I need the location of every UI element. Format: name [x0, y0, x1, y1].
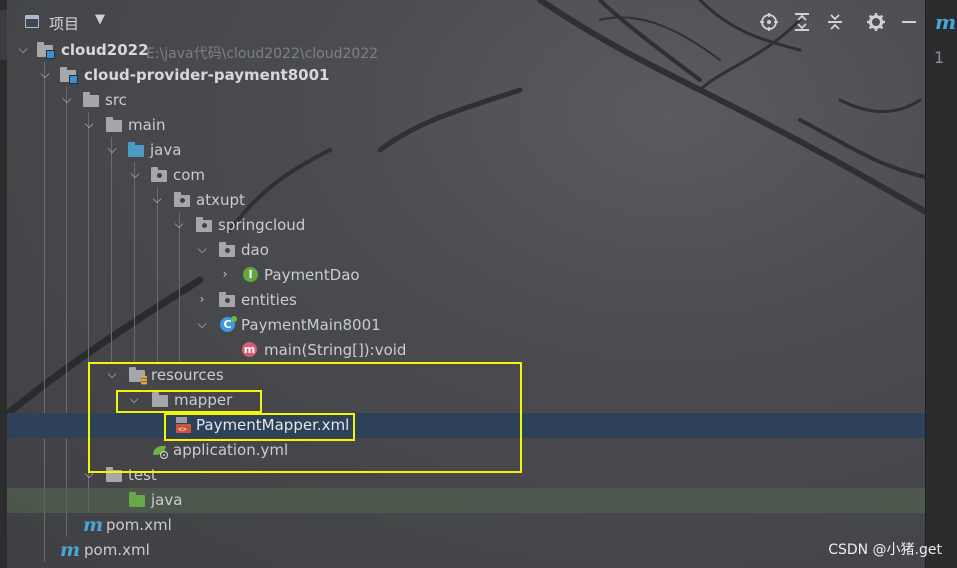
- tree-item-paymentmain8001[interactable]: ⌵ C PaymentMain8001: [7, 313, 925, 338]
- tree-item-module-pom[interactable]: m pom.xml: [7, 513, 925, 538]
- chevron-down-icon[interactable]: ⌵: [195, 317, 209, 331]
- chevron-down-icon[interactable]: ⌵: [195, 242, 209, 256]
- chevron-down-icon[interactable]: ⌵: [82, 117, 96, 131]
- chevron-right-icon[interactable]: ›: [218, 267, 232, 281]
- annotation-box-mapper: [116, 390, 262, 413]
- tree-item-label: entities: [241, 291, 297, 309]
- tree-item-cloud2022[interactable]: ⌵ cloud2022 E:\java代码\cloud2022\cloud202…: [7, 38, 925, 63]
- tree-item-label: PaymentMain8001: [241, 316, 381, 334]
- tree-item-entities[interactable]: › entities: [7, 288, 925, 313]
- tree-item-label: atxupt: [196, 191, 245, 209]
- left-tool-strip: [0, 0, 7, 568]
- interface-icon: I: [243, 267, 258, 282]
- test-source-folder-icon: [129, 492, 145, 507]
- collapse-all-icon[interactable]: [825, 12, 845, 32]
- tree-item-label: java: [150, 141, 182, 159]
- annotation-box-xml: [164, 413, 355, 441]
- project-view-icon: [25, 15, 39, 28]
- tree-item-label: PaymentDao: [264, 266, 360, 284]
- watermark: CSDN @小猪.get: [828, 542, 942, 558]
- module-folder-icon: [60, 67, 78, 84]
- tree-item-springcloud[interactable]: ⌵ springcloud: [7, 213, 925, 238]
- expand-all-icon[interactable]: [792, 12, 812, 32]
- gear-icon[interactable]: [866, 12, 886, 32]
- chevron-down-icon[interactable]: ⌵: [150, 192, 164, 206]
- tree-item-label: dao: [241, 241, 269, 259]
- chevron-right-icon[interactable]: ›: [195, 292, 209, 306]
- folder-icon: [106, 117, 122, 132]
- method-icon: m: [242, 342, 257, 357]
- maven-icon: m: [60, 539, 81, 561]
- package-icon: [151, 167, 167, 182]
- package-icon: [196, 217, 212, 232]
- maven-file-tab-icon[interactable]: m: [935, 10, 956, 34]
- package-icon: [219, 292, 235, 307]
- tree-item-atxupt[interactable]: ⌵ atxupt: [7, 188, 925, 213]
- module-folder-icon: [37, 42, 55, 59]
- tree-item-label: pom.xml: [106, 516, 172, 534]
- tree-item-src[interactable]: ⌵ src: [7, 88, 925, 113]
- package-icon: [219, 242, 235, 257]
- maven-icon: m: [83, 514, 104, 536]
- tree-item-dao[interactable]: ⌵ dao: [7, 238, 925, 263]
- class-icon: C: [220, 316, 237, 332]
- chevron-down-icon[interactable]: ⌵: [172, 217, 186, 231]
- chevron-down-icon[interactable]: ⌵: [60, 92, 74, 106]
- package-icon: [174, 192, 190, 207]
- tree-item-root-pom[interactable]: m pom.xml: [7, 538, 925, 563]
- tree-item-label: main: [128, 116, 166, 134]
- chevron-down-icon[interactable]: ⌵: [128, 167, 142, 181]
- tree-item-cloud-provider-payment8001[interactable]: ⌵ cloud-provider-payment8001: [7, 63, 925, 88]
- tree-item-label: java: [151, 491, 183, 509]
- tree-item-label: main(String[]):void: [264, 341, 407, 359]
- project-tool-tab[interactable]: [0, 10, 7, 60]
- tree-item-main-method[interactable]: m main(String[]):void: [7, 338, 925, 363]
- tree-item-label: com: [173, 166, 206, 184]
- chevron-down-icon[interactable]: ⌵: [38, 67, 52, 81]
- tree-item-label: cloud-provider-payment8001: [84, 66, 330, 84]
- panel-title[interactable]: 项目: [49, 13, 79, 34]
- tree-item-test-java[interactable]: java: [7, 488, 925, 513]
- tree-item-paymentdao[interactable]: › I PaymentDao: [7, 263, 925, 288]
- target-icon[interactable]: [759, 12, 779, 32]
- editor-area: [925, 0, 957, 568]
- module-path: E:\java代码\cloud2022\cloud2022: [146, 46, 379, 62]
- tree-item-label: pom.xml: [84, 541, 150, 559]
- folder-icon: [83, 92, 99, 107]
- tree-item-java[interactable]: ⌵ java: [7, 138, 925, 163]
- caret-down-icon[interactable]: ▼: [95, 12, 105, 27]
- tree-item-label: springcloud: [218, 216, 306, 234]
- source-folder-icon: [128, 142, 144, 157]
- tree-item-com[interactable]: ⌵ com: [7, 163, 925, 188]
- tree-item-label: src: [105, 91, 127, 109]
- tree-item-main[interactable]: ⌵ main: [7, 113, 925, 138]
- tree-item-label: cloud2022: [61, 41, 149, 59]
- minimize-icon[interactable]: [899, 12, 919, 32]
- chevron-down-icon[interactable]: ⌵: [16, 42, 30, 56]
- editor-line-number: 1: [934, 48, 945, 67]
- chevron-down-icon[interactable]: ⌵: [105, 142, 119, 156]
